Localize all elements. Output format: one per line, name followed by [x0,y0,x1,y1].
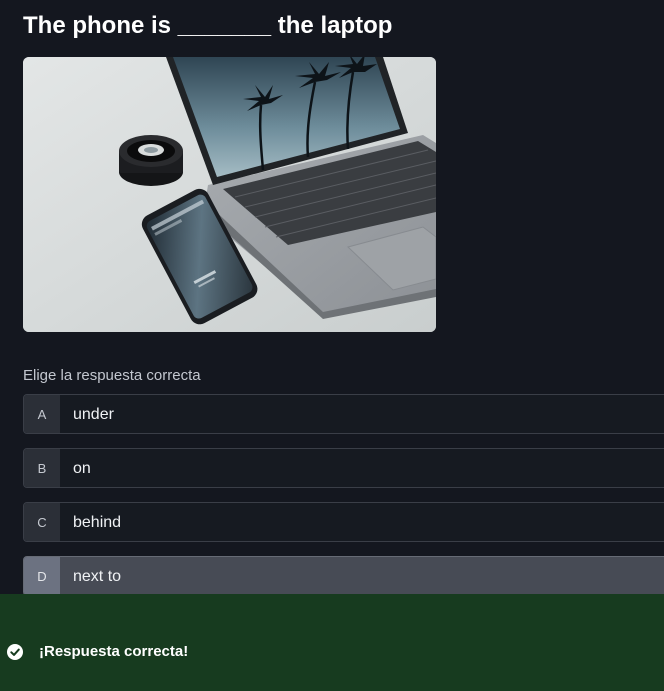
feedback-message: ¡Respuesta correcta! [39,643,189,660]
option-d[interactable]: D next to [23,556,664,596]
option-text: on [73,460,91,477]
question-title: The phone is _______ the laptop [23,12,393,39]
laptop-phone-photo [23,57,436,332]
option-text: behind [73,514,122,531]
check-circle-icon [7,644,23,660]
option-letter: A [24,395,60,433]
option-text: next to [73,568,122,585]
option-b[interactable]: B on [23,448,664,488]
option-letter: B [24,449,60,487]
option-letter: D [24,557,60,595]
option-c[interactable]: C behind [23,502,664,542]
answer-prompt: Elige la respuesta correcta [23,367,201,384]
option-letter: C [24,503,60,541]
option-text: under [73,406,114,423]
question-image [23,57,436,332]
option-a[interactable]: A under [23,394,664,434]
